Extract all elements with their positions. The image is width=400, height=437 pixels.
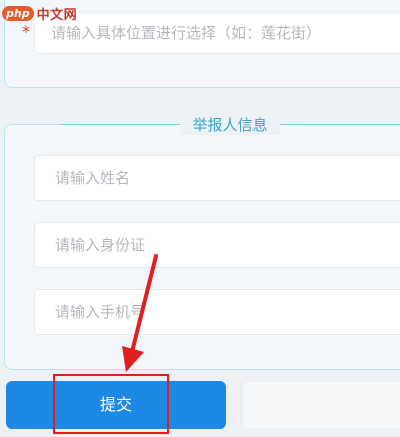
page: php 中文网 * 请输入具体位置进行选择（如：莲花街） 举报人信息 请输入姓名… [0,0,400,437]
annotation-highlight-box [53,374,169,434]
reporter-title-text: 举报人信息 [180,113,280,135]
name-input[interactable]: 请输入姓名 [34,155,400,201]
location-input[interactable]: 请输入具体位置进行选择（如：莲花街） [34,12,400,54]
watermark-logo: php 中文网 [2,2,77,24]
secondary-button[interactable] [242,381,400,429]
watermark-php-badge: php [2,5,34,21]
reporter-section-title: 举报人信息 [0,113,400,135]
id-card-input[interactable]: 请输入身份证 [34,222,400,268]
title-divider-left [60,123,181,125]
watermark-site-name: 中文网 [36,7,78,23]
title-divider-right [279,123,400,125]
phone-input[interactable]: 请输入手机号 [34,289,400,335]
required-mark: * [22,22,30,41]
